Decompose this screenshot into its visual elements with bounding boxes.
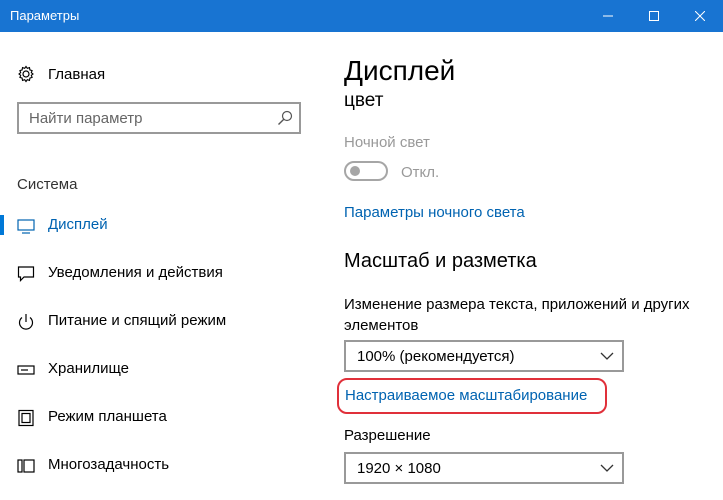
search-box[interactable] bbox=[17, 102, 301, 134]
minimize-icon bbox=[603, 15, 613, 17]
home-link[interactable]: Главная bbox=[17, 65, 105, 83]
sidebar-item-display[interactable]: Дисплей bbox=[0, 207, 320, 243]
night-light-label: Ночной свет bbox=[344, 134, 430, 151]
chevron-down-icon bbox=[600, 464, 614, 472]
chevron-down-icon bbox=[600, 352, 614, 360]
night-light-state: Откл. bbox=[401, 164, 440, 181]
notification-icon bbox=[17, 266, 35, 282]
resolution-value: 1920 × 1080 bbox=[357, 460, 441, 477]
sidebar-item-label: Многозадачность bbox=[48, 456, 170, 473]
tablet-icon bbox=[18, 409, 34, 427]
gear-icon bbox=[18, 65, 34, 83]
search-input[interactable] bbox=[19, 104, 289, 132]
search-icon[interactable] bbox=[277, 110, 293, 126]
monitor-icon bbox=[17, 219, 35, 234]
resolution-label: Разрешение bbox=[344, 427, 431, 444]
close-button[interactable] bbox=[677, 0, 723, 32]
toggle-knob bbox=[350, 166, 360, 176]
night-light-toggle[interactable] bbox=[344, 161, 388, 181]
sidebar-item-label: Питание и спящий режим bbox=[48, 312, 227, 329]
sidebar: Главная Система Дисплей Уведомления и де… bbox=[0, 32, 320, 500]
sidebar-item-storage[interactable]: Хранилище bbox=[0, 351, 320, 387]
custom-scaling-link[interactable]: Настраиваемое масштабирование bbox=[345, 387, 587, 404]
maximize-icon bbox=[649, 11, 659, 21]
scale-value: 100% (рекомендуется) bbox=[357, 348, 515, 365]
home-label: Главная bbox=[48, 65, 106, 83]
page-title: Дисплей bbox=[344, 55, 456, 86]
sidebar-item-notifications[interactable]: Уведомления и действия bbox=[0, 255, 320, 291]
multitask-icon bbox=[17, 459, 35, 473]
sidebar-item-multitasking[interactable]: Многозадачность bbox=[0, 447, 320, 483]
sidebar-item-label: Дисплей bbox=[48, 216, 108, 233]
section-title: Система bbox=[17, 176, 78, 193]
storage-icon bbox=[17, 365, 35, 375]
scale-description: Изменение размера текста, приложений и д… bbox=[344, 296, 690, 334]
power-icon bbox=[18, 314, 34, 330]
maximize-button[interactable] bbox=[631, 0, 677, 32]
window-title: Параметры bbox=[10, 8, 80, 23]
sidebar-item-power[interactable]: Питание и спящий режим bbox=[0, 303, 320, 339]
sidebar-item-label: Уведомления и действия bbox=[48, 264, 223, 281]
scale-layout-heading: Масштаб и разметка bbox=[344, 250, 537, 272]
color-heading: цвет bbox=[344, 90, 384, 111]
minimize-button[interactable] bbox=[585, 0, 631, 32]
resolution-dropdown[interactable]: 1920 × 1080 bbox=[344, 452, 624, 484]
sidebar-item-label: Хранилище bbox=[48, 360, 129, 377]
sidebar-item-label: Режим планшета bbox=[48, 408, 167, 425]
title-bar: Параметры bbox=[0, 0, 723, 32]
sidebar-item-tablet-mode[interactable]: Режим планшета bbox=[0, 399, 320, 435]
night-light-settings-link[interactable]: Параметры ночного света bbox=[344, 204, 525, 221]
scale-dropdown[interactable]: 100% (рекомендуется) bbox=[344, 340, 624, 372]
close-icon bbox=[695, 11, 705, 21]
active-indicator bbox=[0, 215, 4, 235]
